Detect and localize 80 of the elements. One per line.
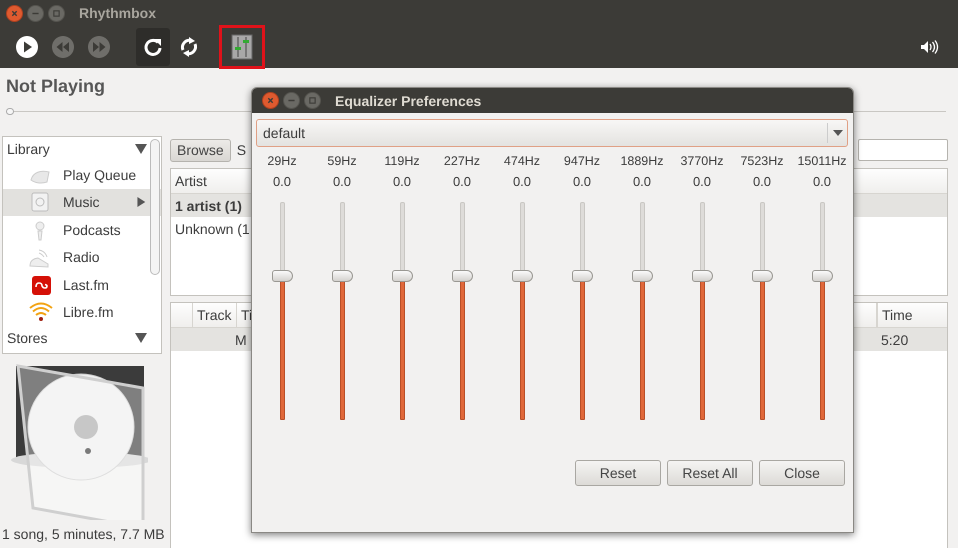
preset-dropdown[interactable]: default	[256, 119, 848, 147]
band-label: 474Hz	[504, 154, 540, 170]
slider-thumb[interactable]	[452, 270, 472, 282]
sidebar-item[interactable]: Libre.fm	[3, 298, 161, 326]
column-header[interactable]: Track	[193, 303, 237, 327]
band-value: 0.0	[752, 174, 772, 191]
maximize-icon	[309, 97, 316, 104]
close-button[interactable]	[6, 4, 23, 22]
dialog-button[interactable]: Reset	[575, 460, 661, 486]
band-value: 0.0	[452, 174, 472, 191]
band-label: 7523Hz	[740, 154, 784, 170]
band-value: 0.0	[812, 174, 832, 191]
band-value: 0.0	[572, 174, 592, 191]
band-label: 119Hz	[384, 154, 420, 170]
close-icon	[12, 10, 18, 16]
slider-thumb[interactable]	[632, 270, 652, 282]
next-icon	[87, 35, 111, 59]
minimize-button[interactable]	[283, 92, 300, 109]
slider-thumb[interactable]	[392, 270, 412, 282]
band-value: 0.0	[332, 174, 352, 191]
slider-thumb[interactable]	[272, 270, 292, 282]
minimize-icon	[32, 12, 39, 14]
band-value: 0.0	[392, 174, 412, 191]
slider-thumb[interactable]	[752, 270, 772, 282]
sidebar-item[interactable]: Podcasts	[3, 216, 161, 244]
sidebar-item[interactable]: Radio	[3, 244, 161, 271]
band-label: 15011Hz	[797, 154, 847, 170]
playing-arrow-icon	[135, 197, 147, 208]
maximize-button[interactable]	[48, 4, 65, 22]
slider-thumb[interactable]	[512, 270, 532, 282]
minimize-button[interactable]	[27, 4, 44, 22]
band-label: 59Hz	[327, 154, 357, 170]
section-header: Stores	[7, 330, 48, 346]
dialog-button[interactable]: Reset All	[667, 460, 753, 486]
band-label: 3770Hz	[680, 154, 724, 170]
section-header: Library	[7, 141, 51, 157]
slider-thumb[interactable]	[692, 270, 712, 282]
band-label: 29Hz	[267, 154, 297, 170]
volume-icon	[919, 39, 939, 55]
sidebar-item[interactable]: Music	[3, 188, 161, 216]
dialog-title: Equalizer Preferences	[335, 92, 482, 108]
band-value: 0.0	[632, 174, 652, 191]
status-text: 1 song, 5 minutes, 7.7 MB	[2, 526, 162, 542]
show-label: S	[236, 142, 246, 158]
window-title: Rhythmbox	[79, 5, 156, 21]
table-cell-text: 5:20	[880, 332, 910, 348]
equalizer-icon	[230, 33, 254, 61]
scrollbar[interactable]	[150, 139, 160, 275]
slider-thumb[interactable]	[6, 108, 14, 115]
repeat-button[interactable]	[136, 28, 170, 66]
sidebar-item[interactable]: Last.fm	[3, 271, 161, 298]
band-value: 0.0	[272, 174, 292, 191]
close-icon	[268, 98, 274, 104]
track-title: Not Playing	[6, 76, 106, 97]
slider-thumb[interactable]	[572, 270, 592, 282]
search-field[interactable]	[858, 139, 948, 161]
band-value: 0.0	[512, 174, 532, 191]
minimize-icon	[288, 100, 295, 102]
equalizer-button[interactable]	[222, 28, 262, 66]
column-header[interactable]: Time	[877, 303, 947, 327]
band-label: 1889Hz	[620, 154, 664, 170]
previous-icon	[51, 35, 75, 59]
sidebar-item[interactable]: Play Queue	[3, 161, 161, 188]
band-value: 0.0	[692, 174, 712, 191]
dropdown-arrow-icon	[832, 130, 842, 136]
dialog-button[interactable]: Close	[759, 460, 845, 486]
maximize-icon	[53, 10, 60, 16]
table-cell-text: M	[234, 332, 248, 348]
band-label: 947Hz	[564, 154, 600, 170]
expander-icon[interactable]	[135, 144, 147, 154]
wifi-icon	[27, 301, 53, 324]
play-icon	[15, 35, 39, 59]
close-button[interactable]	[262, 92, 279, 109]
expander-icon[interactable]	[135, 333, 147, 343]
column-header[interactable]: Artist	[171, 173, 207, 189]
band-label: 227Hz	[444, 154, 480, 170]
slider-thumb[interactable]	[332, 270, 352, 282]
browse-button[interactable]: Browse	[170, 138, 231, 162]
slider-thumb[interactable]	[812, 270, 832, 282]
maximize-button[interactable]	[304, 92, 321, 109]
